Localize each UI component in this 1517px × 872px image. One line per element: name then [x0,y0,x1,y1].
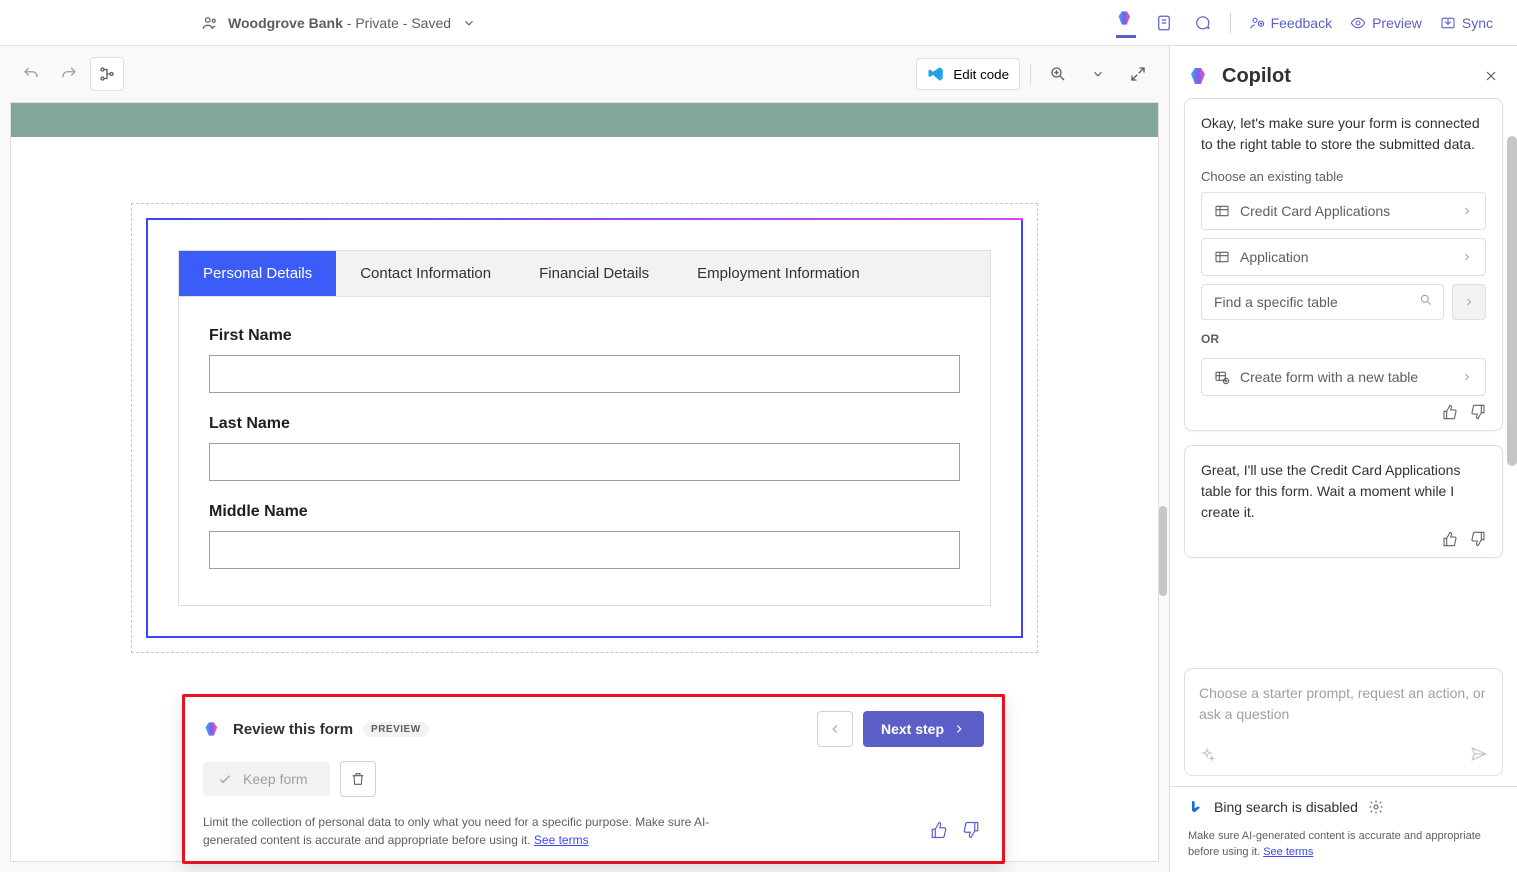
tree-view-button[interactable] [90,57,124,91]
selected-form[interactable]: Personal Details Contact Information Fin… [146,218,1023,638]
thumbs-down-icon[interactable] [1470,531,1486,547]
close-icon[interactable] [1483,68,1499,84]
scrollbar-thumb[interactable] [1159,506,1167,596]
form-container[interactable]: Personal Details Contact Information Fin… [131,203,1038,653]
input-middle-name[interactable] [209,531,960,569]
edit-code-button[interactable]: Edit code [916,58,1020,90]
thumbs-up-icon[interactable] [1442,404,1458,420]
keep-form-button[interactable]: Keep form [203,762,330,796]
tab-employment-information[interactable]: Employment Information [673,251,884,296]
copilot-icon [203,719,223,739]
tab-strip: Personal Details Contact Information Fin… [178,250,991,297]
delete-form-button[interactable] [340,761,376,797]
breadcrumb[interactable]: Woodgrove Bank - Private - Saved [200,13,479,33]
sync-link[interactable]: Sync [1440,15,1493,31]
table-option-application[interactable]: Application [1201,238,1486,276]
field-first-name: First Name [209,327,960,393]
thumbs-down-icon[interactable] [962,821,980,839]
copilot-panel: Copilot Okay, let's make sure your form … [1169,46,1517,872]
find-table-input[interactable]: Find a specific table [1201,284,1444,320]
bing-status: Bing search is disabled [1170,786,1517,827]
app-name: Woodgrove Bank [228,15,343,31]
choose-table-label: Choose an existing table [1201,169,1486,184]
canvas-scrollbar[interactable] [1159,106,1167,706]
prev-step-button[interactable] [817,711,853,747]
app-header: Woodgrove Bank - Private - Saved Feedbac… [0,0,1517,46]
bing-icon [1188,797,1204,817]
chevron-down-icon[interactable] [459,13,479,33]
or-label: OR [1201,332,1486,346]
tab-contact-information[interactable]: Contact Information [336,251,515,296]
zoom-dropdown[interactable] [1081,57,1115,91]
preview-link[interactable]: Preview [1350,15,1422,31]
input-first-name[interactable] [209,355,960,393]
next-step-button[interactable]: Next step [863,711,984,747]
field-middle-name: Middle Name [209,503,960,569]
sparkle-icon [1199,747,1215,763]
page-header-band [11,103,1158,137]
feedback-link[interactable]: Feedback [1249,15,1332,31]
thumbs-up-icon[interactable] [930,821,948,839]
label-first-name: First Name [209,327,960,345]
chevron-right-icon [1461,371,1473,383]
send-icon[interactable] [1470,745,1488,763]
settings-icon[interactable] [1368,799,1384,815]
review-note: Limit the collection of personal data to… [203,813,763,849]
thumbs-down-icon[interactable] [1470,404,1486,420]
undo-button[interactable] [14,57,48,91]
tab-personal-details[interactable]: Personal Details [179,251,336,296]
thumbs-up-icon[interactable] [1442,531,1458,547]
search-icon [1419,293,1433,307]
copilot-logo-icon [1188,64,1212,88]
label-last-name: Last Name [209,415,960,433]
copilot-scrollbar[interactable] [1507,136,1517,696]
input-last-name[interactable] [209,443,960,481]
tab-financial-details[interactable]: Financial Details [515,251,673,296]
canvas-toolbar: Edit code [0,46,1169,102]
copilot-input-placeholder: Choose a starter prompt, request an acti… [1199,683,1488,725]
create-new-table-option[interactable]: Create form with a new table [1201,358,1486,396]
scrollbar-thumb[interactable] [1507,136,1517,466]
copilot-disclaimer: Make sure AI-generated content is accura… [1170,827,1517,872]
zoom-button[interactable] [1041,57,1075,91]
app-status: - Private - Saved [343,15,451,31]
chevron-right-icon [1461,251,1473,263]
separator [1230,13,1231,33]
copilot-input[interactable]: Choose a starter prompt, request an acti… [1184,668,1503,776]
review-form-card: Review this form PREVIEW Next step Keep … [182,694,1005,864]
field-last-name: Last Name [209,415,960,481]
copilot-title: Copilot [1222,65,1291,88]
redo-button[interactable] [52,57,86,91]
chat-icon[interactable] [1192,13,1212,33]
copilot-header-icon[interactable] [1116,8,1136,38]
copilot-message-1: Okay, let's make sure your form is conne… [1184,98,1503,431]
people-icon [200,13,220,33]
chevron-right-icon [1461,205,1473,217]
fullscreen-button[interactable] [1121,57,1155,91]
see-terms-link[interactable]: See terms [534,833,589,847]
find-table-go[interactable] [1452,284,1486,320]
copilot-message-2: Great, I'll use the Credit Card Applicat… [1184,445,1503,558]
notes-icon[interactable] [1154,13,1174,33]
vscode-icon [927,65,945,83]
label-middle-name: Middle Name [209,503,960,521]
table-option-credit-card[interactable]: Credit Card Applications [1201,192,1486,230]
review-title: Review this form [233,721,353,738]
preview-badge: PREVIEW [363,722,429,737]
separator [1030,63,1031,85]
see-terms-link[interactable]: See terms [1263,846,1313,858]
